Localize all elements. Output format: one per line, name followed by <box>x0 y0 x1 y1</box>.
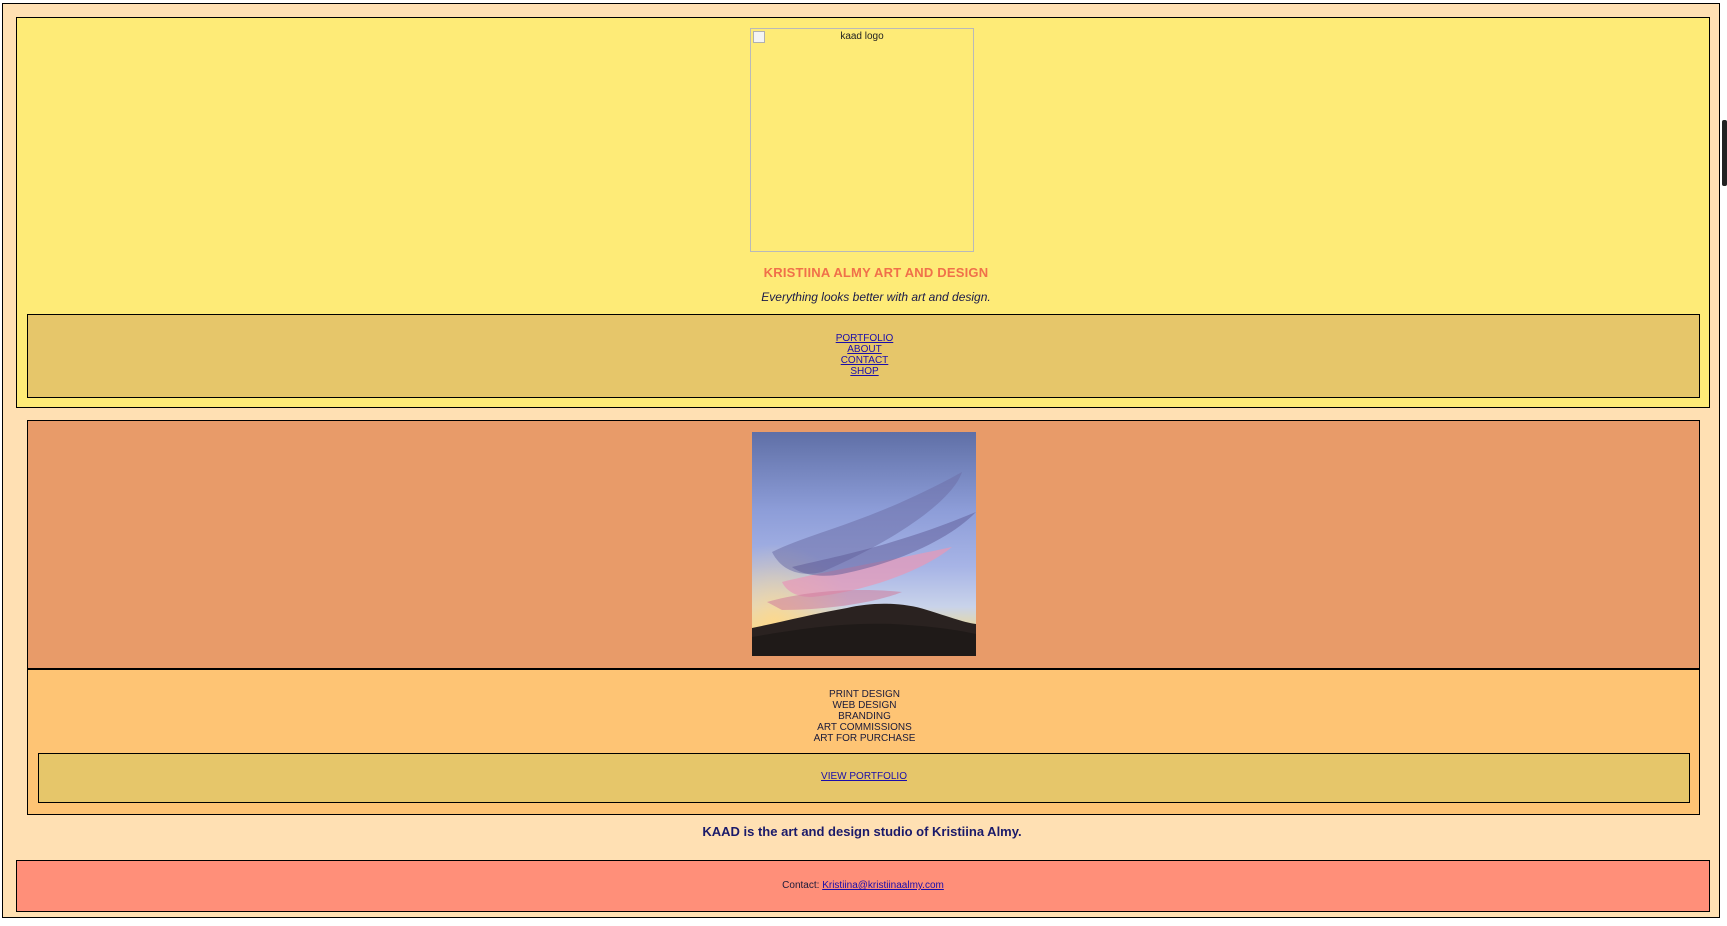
services-section: PRINT DESIGN WEB DESIGN BRANDING ART COM… <box>27 669 1700 815</box>
site-tagline: Everything looks better with art and des… <box>761 290 991 304</box>
nav-list: PORTFOLIO ABOUT CONTACT SHOP <box>28 333 1701 377</box>
nav-link-contact[interactable]: CONTACT <box>841 355 889 366</box>
service-item: PRINT DESIGN <box>829 689 900 700</box>
contact-label: Contact: <box>782 880 820 891</box>
main-navigation: PORTFOLIO ABOUT CONTACT SHOP <box>27 314 1700 398</box>
site-header: kaad logo KRISTIINA ALMY ART AND DESIGN … <box>16 17 1710 408</box>
service-item: ART FOR PURCHASE <box>813 733 916 744</box>
service-item: ART COMMISSIONS <box>817 722 912 733</box>
service-item: WEB DESIGN <box>832 700 897 711</box>
about-text: KAAD is the art and design studio of Kri… <box>702 824 1022 839</box>
broken-image-icon <box>753 31 765 43</box>
hero-section <box>27 420 1700 669</box>
nav-link-about[interactable]: ABOUT <box>847 344 881 355</box>
page-container: kaad logo KRISTIINA ALMY ART AND DESIGN … <box>2 3 1720 918</box>
site-footer: Contact: Kristiina@kristiinaalmy.com <box>16 860 1710 912</box>
logo-image[interactable]: kaad logo <box>750 28 974 252</box>
logo-alt-text: kaad logo <box>840 31 884 42</box>
scrollbar-thumb[interactable] <box>1722 120 1727 186</box>
service-item: BRANDING <box>838 711 891 722</box>
nav-link-shop[interactable]: SHOP <box>850 366 878 377</box>
view-portfolio-box: VIEW PORTFOLIO <box>38 753 1690 803</box>
sunset-painting-image <box>752 432 976 656</box>
site-title: KRISTIINA ALMY ART AND DESIGN <box>763 265 989 280</box>
nav-link-portfolio[interactable]: PORTFOLIO <box>836 333 894 344</box>
contact-email-link[interactable]: Kristiina@kristiinaalmy.com <box>822 880 944 891</box>
view-portfolio-link[interactable]: VIEW PORTFOLIO <box>821 771 907 782</box>
services-list: PRINT DESIGN WEB DESIGN BRANDING ART COM… <box>28 689 1701 744</box>
